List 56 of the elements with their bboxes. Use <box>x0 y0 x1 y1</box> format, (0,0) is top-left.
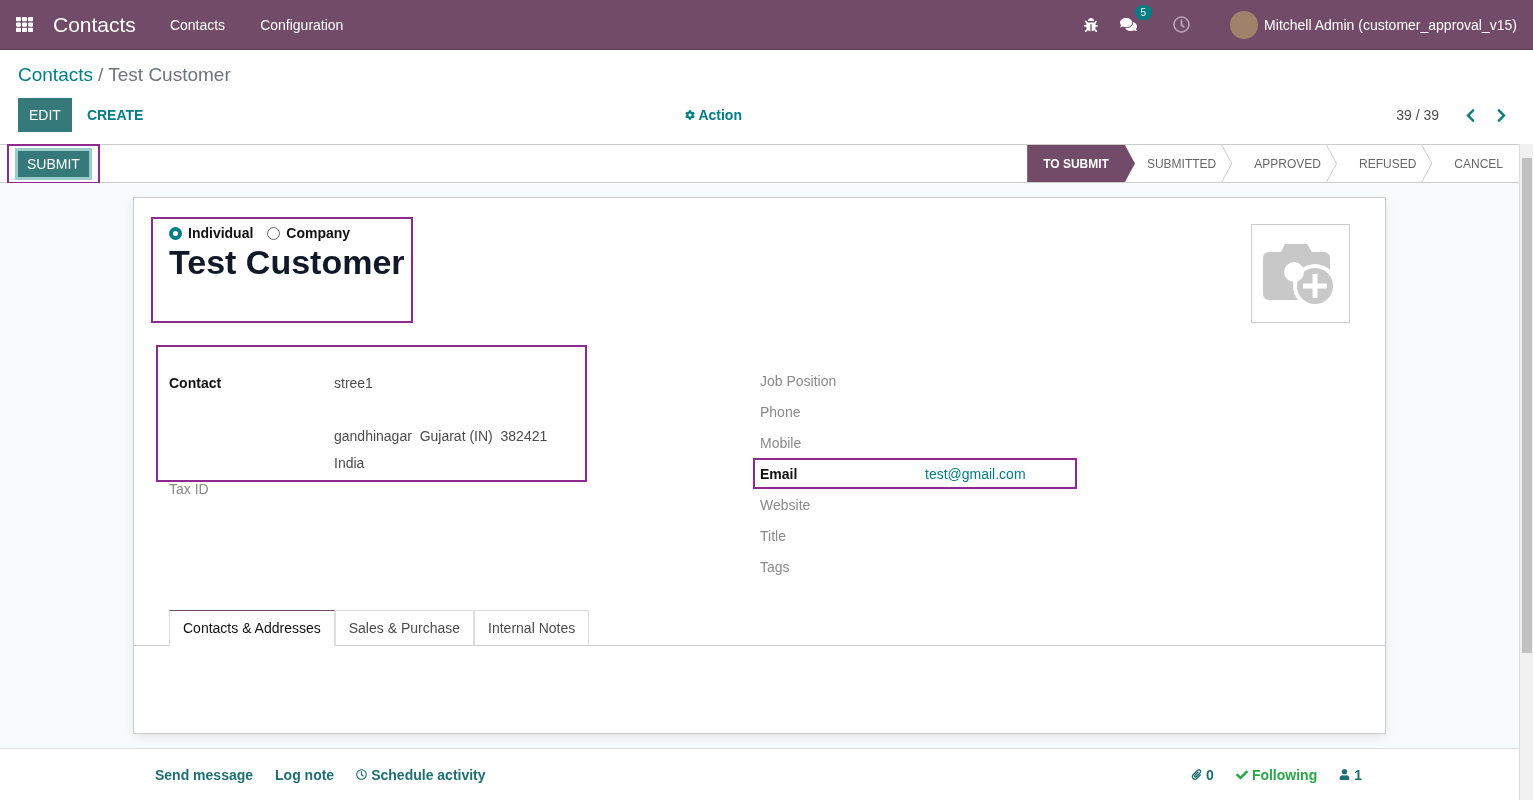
address-line: India <box>334 454 366 473</box>
field-label: Tags <box>760 558 791 575</box>
status-stage[interactable]: REFUSED <box>1336 145 1433 182</box>
status-stage[interactable]: CANCEL <box>1432 145 1519 182</box>
clock-icon[interactable] <box>1173 16 1191 33</box>
apps-menu-icon[interactable] <box>16 16 33 33</box>
breadcrumb-item[interactable]: Contacts <box>18 64 93 86</box>
bug-icon[interactable] <box>1084 17 1099 32</box>
status-stage[interactable]: APPROVED <box>1232 145 1337 182</box>
log-note-button[interactable]: Log note <box>275 766 346 783</box>
breadcrumb-separator: / <box>98 64 104 86</box>
nav-menu-item[interactable]: Contacts <box>169 16 226 33</box>
field-label: Contact <box>169 374 223 393</box>
check-icon <box>1235 768 1248 781</box>
field-label: Title <box>760 527 787 544</box>
clock-icon <box>356 769 368 780</box>
schedule-activity-button[interactable]: Schedule activity <box>356 766 497 783</box>
radio-label: Company <box>286 225 351 241</box>
field-label: Website <box>760 496 812 513</box>
message-count: 5 <box>1134 5 1153 20</box>
edit-button[interactable]: EDIT <box>18 98 72 132</box>
submit-button[interactable]: SUBMIT <box>15 147 92 180</box>
radio-option[interactable]: Individual <box>169 225 254 241</box>
radio-icon[interactable] <box>169 226 182 240</box>
field-label: Phone <box>760 403 802 420</box>
gear-icon <box>685 110 696 120</box>
create-button[interactable]: CREATE <box>71 98 159 132</box>
breadcrumb-item: Test Customer <box>108 64 231 86</box>
field-label: Job Position <box>760 372 838 389</box>
contact-name: Test Customer <box>169 243 405 283</box>
notebook-tab[interactable]: Sales & Purchase <box>334 610 475 646</box>
action-button[interactable]: Action <box>679 106 748 124</box>
notebook-tab[interactable]: Contacts & Addresses <box>169 610 335 646</box>
nav-menu-item[interactable]: Configuration <box>260 16 344 33</box>
followers-button[interactable]: 1 <box>1339 766 1362 783</box>
radio-icon[interactable] <box>267 226 281 240</box>
user-name[interactable]: Mitchell Admin (customer_approval_v15) <box>1264 16 1517 33</box>
following-button[interactable]: Following <box>1235 766 1318 783</box>
notebook-tab[interactable]: Internal Notes <box>474 610 590 646</box>
send-message-button[interactable]: Send message <box>155 766 265 783</box>
scrollbar[interactable] <box>1519 144 1533 800</box>
pager-counter: 39 / 39 <box>1396 107 1439 123</box>
messages-icon[interactable] <box>1120 16 1138 33</box>
email-link[interactable]: test@gmail.com <box>925 465 1075 482</box>
field-label: Email <box>760 465 799 482</box>
radio-label: Individual <box>188 225 254 241</box>
attachments-button[interactable]: 0 <box>1191 766 1214 783</box>
radio-option[interactable]: Company <box>267 225 351 241</box>
paperclip-icon <box>1191 769 1203 780</box>
field-label: Mobile <box>760 434 803 451</box>
app-title: Contacts <box>53 12 136 37</box>
field-label: Tax ID <box>169 481 209 497</box>
status-stage[interactable]: TO SUBMIT <box>1027 145 1135 182</box>
address-line: gandhinagar Gujarat (IN) 382421 <box>334 427 549 446</box>
address-line: stree1 <box>334 374 374 393</box>
user-icon <box>1339 769 1351 780</box>
